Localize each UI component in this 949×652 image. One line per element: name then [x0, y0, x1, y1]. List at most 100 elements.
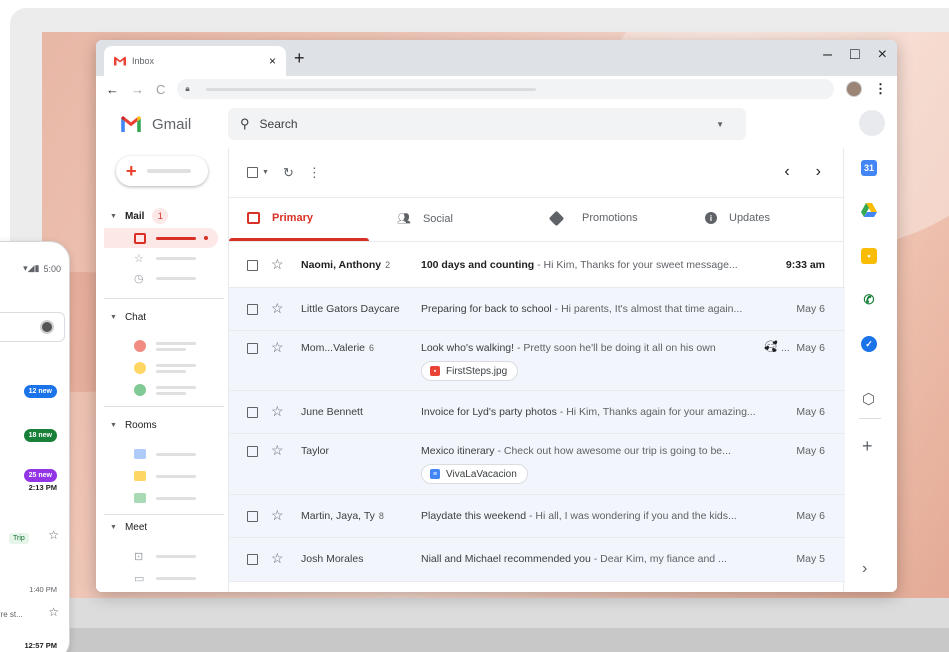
chevron-right-icon[interactable]: › [816, 163, 821, 181]
browser-menu-icon[interactable]: ⋮ [874, 81, 887, 97]
compose-label-placeholder [146, 169, 191, 173]
star-icon[interactable]: ☆ [271, 442, 284, 459]
tab-promotions[interactable]: Promotions [548, 210, 638, 226]
room-icon [134, 449, 146, 459]
search-options-icon[interactable]: ▼ [716, 120, 724, 129]
tab-close-button[interactable]: × [269, 54, 276, 68]
search-input[interactable]: ⚲ Search ▼ [228, 108, 746, 140]
attachment-chip[interactable]: ≡ VivaLaVacacion [421, 464, 528, 484]
phone-search-bar[interactable] [0, 312, 65, 342]
lock-icon: 🔒︎ [185, 84, 190, 93]
maximize-button[interactable]: □ [850, 46, 860, 64]
section-meet-label: Meet [124, 522, 148, 533]
info-icon: i [705, 212, 717, 224]
category-tabs: Primary 👥︎ Social Promotions i Updates [229, 198, 843, 242]
chat-item[interactable] [104, 358, 218, 378]
chevron-left-icon[interactable]: ‹ [784, 163, 789, 181]
select-all-checkbox[interactable] [247, 167, 258, 178]
star-icon[interactable]: ☆ [271, 550, 284, 567]
table-row[interactable]: ☆ Little Gators Daycare Preparing for ba… [229, 288, 845, 331]
row-checkbox[interactable] [247, 407, 258, 418]
sidebar-item-starred[interactable]: ☆ [104, 248, 218, 268]
table-row[interactable]: ☆ Mom...Valerie 6 Look who's walking! - P… [229, 331, 845, 391]
star-icon[interactable]: ☆ [48, 528, 59, 542]
refresh-icon[interactable]: ↻ [283, 165, 294, 181]
back-arrow-icon[interactable]: ← [106, 82, 119, 97]
table-row[interactable]: ☆ Naomi, Anthony 2 100 days and counting … [229, 243, 845, 288]
people-icon: 👥︎ [397, 213, 411, 225]
section-rooms[interactable]: ▼ Rooms [110, 420, 157, 431]
new-tab-button[interactable]: + [294, 48, 305, 69]
row-checkbox[interactable] [247, 343, 258, 354]
divider [104, 514, 224, 515]
tab-inbox[interactable]: Inbox × [104, 46, 286, 76]
row-checkbox[interactable] [247, 554, 258, 565]
row-checkbox[interactable] [247, 304, 258, 315]
tab-promotions-label: Promotions [582, 212, 638, 224]
star-icon[interactable]: ☆ [271, 507, 284, 524]
inbox-icon [134, 232, 146, 244]
chat-item[interactable] [104, 336, 218, 356]
addons-icon[interactable]: ⬡ [862, 390, 875, 408]
tasks-app-icon[interactable]: ✓ [861, 336, 877, 352]
search-icon[interactable]: ⚲ [240, 116, 250, 132]
table-row[interactable]: ☆ June Bennett Invoice for Lyd's party p… [229, 391, 845, 434]
meet-my-meetings[interactable]: ▭ [104, 568, 218, 588]
select-dropdown-icon[interactable]: ▼ [262, 169, 269, 176]
table-row[interactable]: ☆ Taylor Mexico itinerary - Check out ho… [229, 434, 845, 495]
address-bar-row: ← → C 🔒︎ ⋮ [96, 76, 897, 102]
meet-new-meeting[interactable]: ⊡ [104, 546, 218, 566]
phone-trip-chip[interactable]: Trip [9, 533, 29, 544]
image-file-icon: ▪ [430, 366, 440, 376]
tab-primary[interactable]: Primary [247, 212, 313, 224]
section-meet[interactable]: ▼ Meet [110, 522, 147, 533]
compose-button[interactable]: + [116, 156, 208, 186]
attachment-chip[interactable]: ▪ FirstSteps.jpg [421, 361, 519, 381]
gmail-logo[interactable]: Gmail [120, 116, 230, 133]
gmail-header: Gmail ⚲ Search ▼ [96, 102, 897, 146]
email-subject: Preparing for back to school - Hi parent… [421, 303, 743, 315]
calendar-icon: ▭ [134, 572, 145, 585]
tab-updates[interactable]: i Updates [705, 212, 770, 224]
reload-icon[interactable]: C [156, 82, 165, 97]
room-item[interactable] [104, 488, 218, 508]
room-item[interactable] [104, 466, 218, 486]
chat-item[interactable] [104, 380, 218, 400]
voice-app-icon[interactable]: ✆ [861, 292, 877, 308]
row-checkbox[interactable] [247, 446, 258, 457]
forward-arrow-icon[interactable]: → [131, 82, 144, 97]
table-row[interactable]: ☆ Josh Morales Niall and Michael recomme… [229, 538, 845, 582]
sidebar-item-inbox[interactable] [104, 228, 218, 248]
divider [104, 406, 224, 407]
calendar-app-icon[interactable]: 31 [861, 160, 877, 176]
star-icon[interactable]: ☆ [271, 339, 284, 356]
account-avatar[interactable] [859, 110, 885, 136]
table-row[interactable]: ☆ Martin, Jaya, Ty 8 Playdate this weeken… [229, 495, 845, 538]
chevron-right-icon[interactable]: › [862, 560, 867, 578]
row-checkbox[interactable] [247, 260, 258, 271]
tab-social[interactable]: 👥︎ Social [397, 212, 453, 226]
sidebar-item-snoozed[interactable]: ◷ [104, 268, 218, 288]
minimize-button[interactable]: – [823, 46, 832, 64]
star-icon[interactable]: ☆ [271, 300, 284, 317]
section-mail[interactable]: ▼ Mail 1 [110, 208, 169, 224]
gmail-wordmark: Gmail [152, 115, 192, 133]
add-icon[interactable]: + [862, 436, 873, 457]
phone-avatar[interactable] [40, 320, 54, 334]
room-item[interactable] [104, 444, 218, 464]
more-vert-icon[interactable]: ⋮ [308, 165, 321, 181]
laptop-keyboard-edge [0, 628, 949, 652]
section-chat[interactable]: ▼ Chat [110, 312, 146, 323]
keep-app-icon[interactable]: ▪ [861, 248, 877, 264]
nav-label-placeholder [156, 276, 196, 280]
star-icon[interactable]: ☆ [271, 403, 284, 420]
email-subject: 100 days and counting - Hi Kim, Thanks f… [421, 259, 738, 271]
profile-avatar[interactable] [846, 81, 862, 97]
omnibox[interactable]: 🔒︎ [177, 79, 834, 99]
close-window-button[interactable]: × [878, 46, 887, 64]
star-icon[interactable]: ☆ [271, 256, 284, 273]
nav-label-placeholder [156, 496, 196, 500]
row-checkbox[interactable] [247, 511, 258, 522]
drive-app-icon[interactable] [861, 202, 877, 218]
star-icon[interactable]: ☆ [48, 605, 59, 619]
